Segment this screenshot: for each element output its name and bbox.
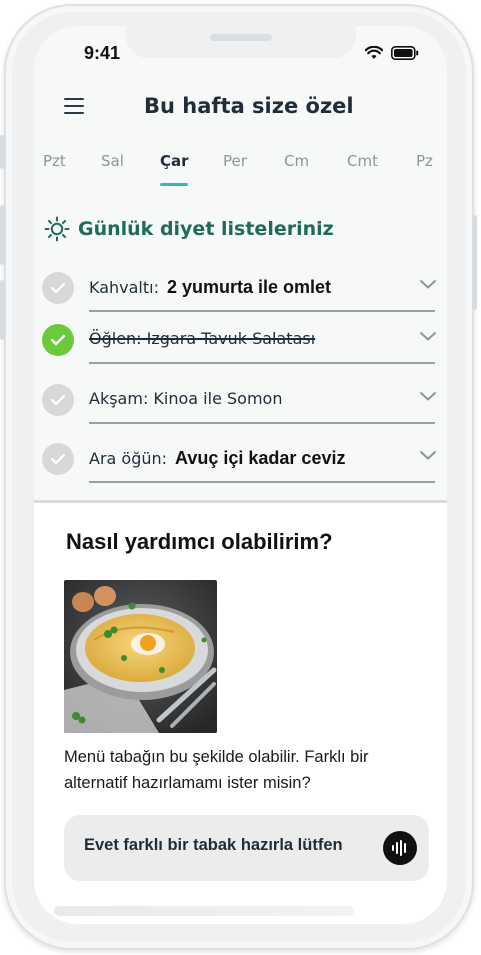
- wifi-icon: [365, 46, 383, 59]
- phone-volume-down: [0, 280, 5, 340]
- meal-check[interactable]: [42, 272, 74, 304]
- assistant-message: Menü tabağın bu şekilde olabilir. Farklı…: [64, 748, 369, 792]
- active-tab-indicator: [160, 183, 188, 186]
- status-icons: [365, 46, 419, 60]
- phone-side-button: [0, 135, 5, 169]
- meal-label: Öğlen: Izgara Tavuk Salatası: [89, 329, 316, 348]
- battery-icon: [391, 46, 419, 60]
- meal-divider: [89, 310, 435, 312]
- menu-icon[interactable]: [64, 98, 84, 114]
- check-icon: [50, 394, 66, 406]
- voice-button[interactable]: [383, 831, 417, 865]
- check-icon: [50, 334, 66, 346]
- tab-cm[interactable]: Cm: [284, 152, 309, 170]
- speaker: [210, 34, 272, 41]
- diet-section-header: Günlük diyet listeleriniz: [44, 216, 334, 242]
- check-icon: [50, 453, 66, 465]
- meal-check[interactable]: [42, 443, 74, 475]
- chevron-down-icon[interactable]: [419, 278, 437, 290]
- meal-check[interactable]: [42, 384, 74, 416]
- meal-title: Kahvaltı:: [89, 278, 159, 297]
- voice-icon: [392, 840, 406, 856]
- chevron-down-icon[interactable]: [419, 449, 437, 461]
- meal-divider: [89, 422, 435, 424]
- meal-row-dinner[interactable]: Akşam: Kinoa ile Somon: [42, 376, 437, 424]
- meal-divider: [89, 481, 435, 483]
- meal-row-breakfast[interactable]: Kahvaltı: 2 yumurta ile omlet: [42, 264, 437, 312]
- chat-input[interactable]: Evet farklı bir tabak hazırla lütfen: [64, 815, 429, 881]
- meal-label: Ara öğün: Avuç içi kadar ceviz: [89, 448, 345, 469]
- tab-car[interactable]: Çar: [160, 152, 189, 170]
- cut-off-content: [54, 906, 354, 916]
- meal-row-snack[interactable]: Ara öğün: Avuç içi kadar ceviz: [42, 435, 437, 483]
- tab-cmt[interactable]: Cmt: [347, 152, 378, 170]
- day-tabs: Pzt Sal Çar Per Cm Cmt Pz: [34, 152, 447, 192]
- tab-pz[interactable]: Pz: [416, 152, 433, 170]
- app-screen: 9:41 Bu hafta size özel Pzt Sal Çar Per …: [34, 26, 447, 924]
- notch: [126, 26, 356, 58]
- chevron-down-icon[interactable]: [419, 330, 437, 342]
- chat-input-text[interactable]: Evet farklı bir tabak hazırla lütfen: [84, 836, 343, 855]
- status-time: 9:41: [84, 43, 121, 63]
- tab-sal[interactable]: Sal: [101, 152, 124, 170]
- phone-volume-up: [0, 205, 5, 265]
- page-title: Bu hafta size özel: [144, 94, 354, 118]
- meal-row-lunch[interactable]: Öğlen: Izgara Tavuk Salatası: [42, 316, 437, 364]
- meal-title: Ara öğün:: [89, 449, 168, 468]
- omelette-image: [64, 580, 217, 733]
- meal-value: Avuç içi kadar ceviz: [175, 448, 346, 468]
- assistant-title: Nasıl yardımcı olabilirim?: [66, 529, 333, 554]
- check-icon: [50, 282, 66, 294]
- section-title: Günlük diyet listeleriniz: [78, 218, 334, 240]
- phone-power-button: [472, 215, 477, 310]
- tab-pzt[interactable]: Pzt: [43, 152, 66, 170]
- meal-label: Kahvaltı: 2 yumurta ile omlet: [89, 277, 331, 298]
- meal-label: Akşam: Kinoa ile Somon: [89, 389, 283, 408]
- sun-icon: [44, 216, 70, 242]
- tab-per[interactable]: Per: [223, 152, 247, 170]
- meal-value: 2 yumurta ile omlet: [166, 277, 332, 297]
- meal-divider: [89, 362, 435, 364]
- assistant-panel: Nasıl yardımcı olabilirim? Menü tabağın …: [34, 503, 447, 924]
- chevron-down-icon[interactable]: [419, 390, 437, 402]
- meal-check[interactable]: [42, 324, 74, 356]
